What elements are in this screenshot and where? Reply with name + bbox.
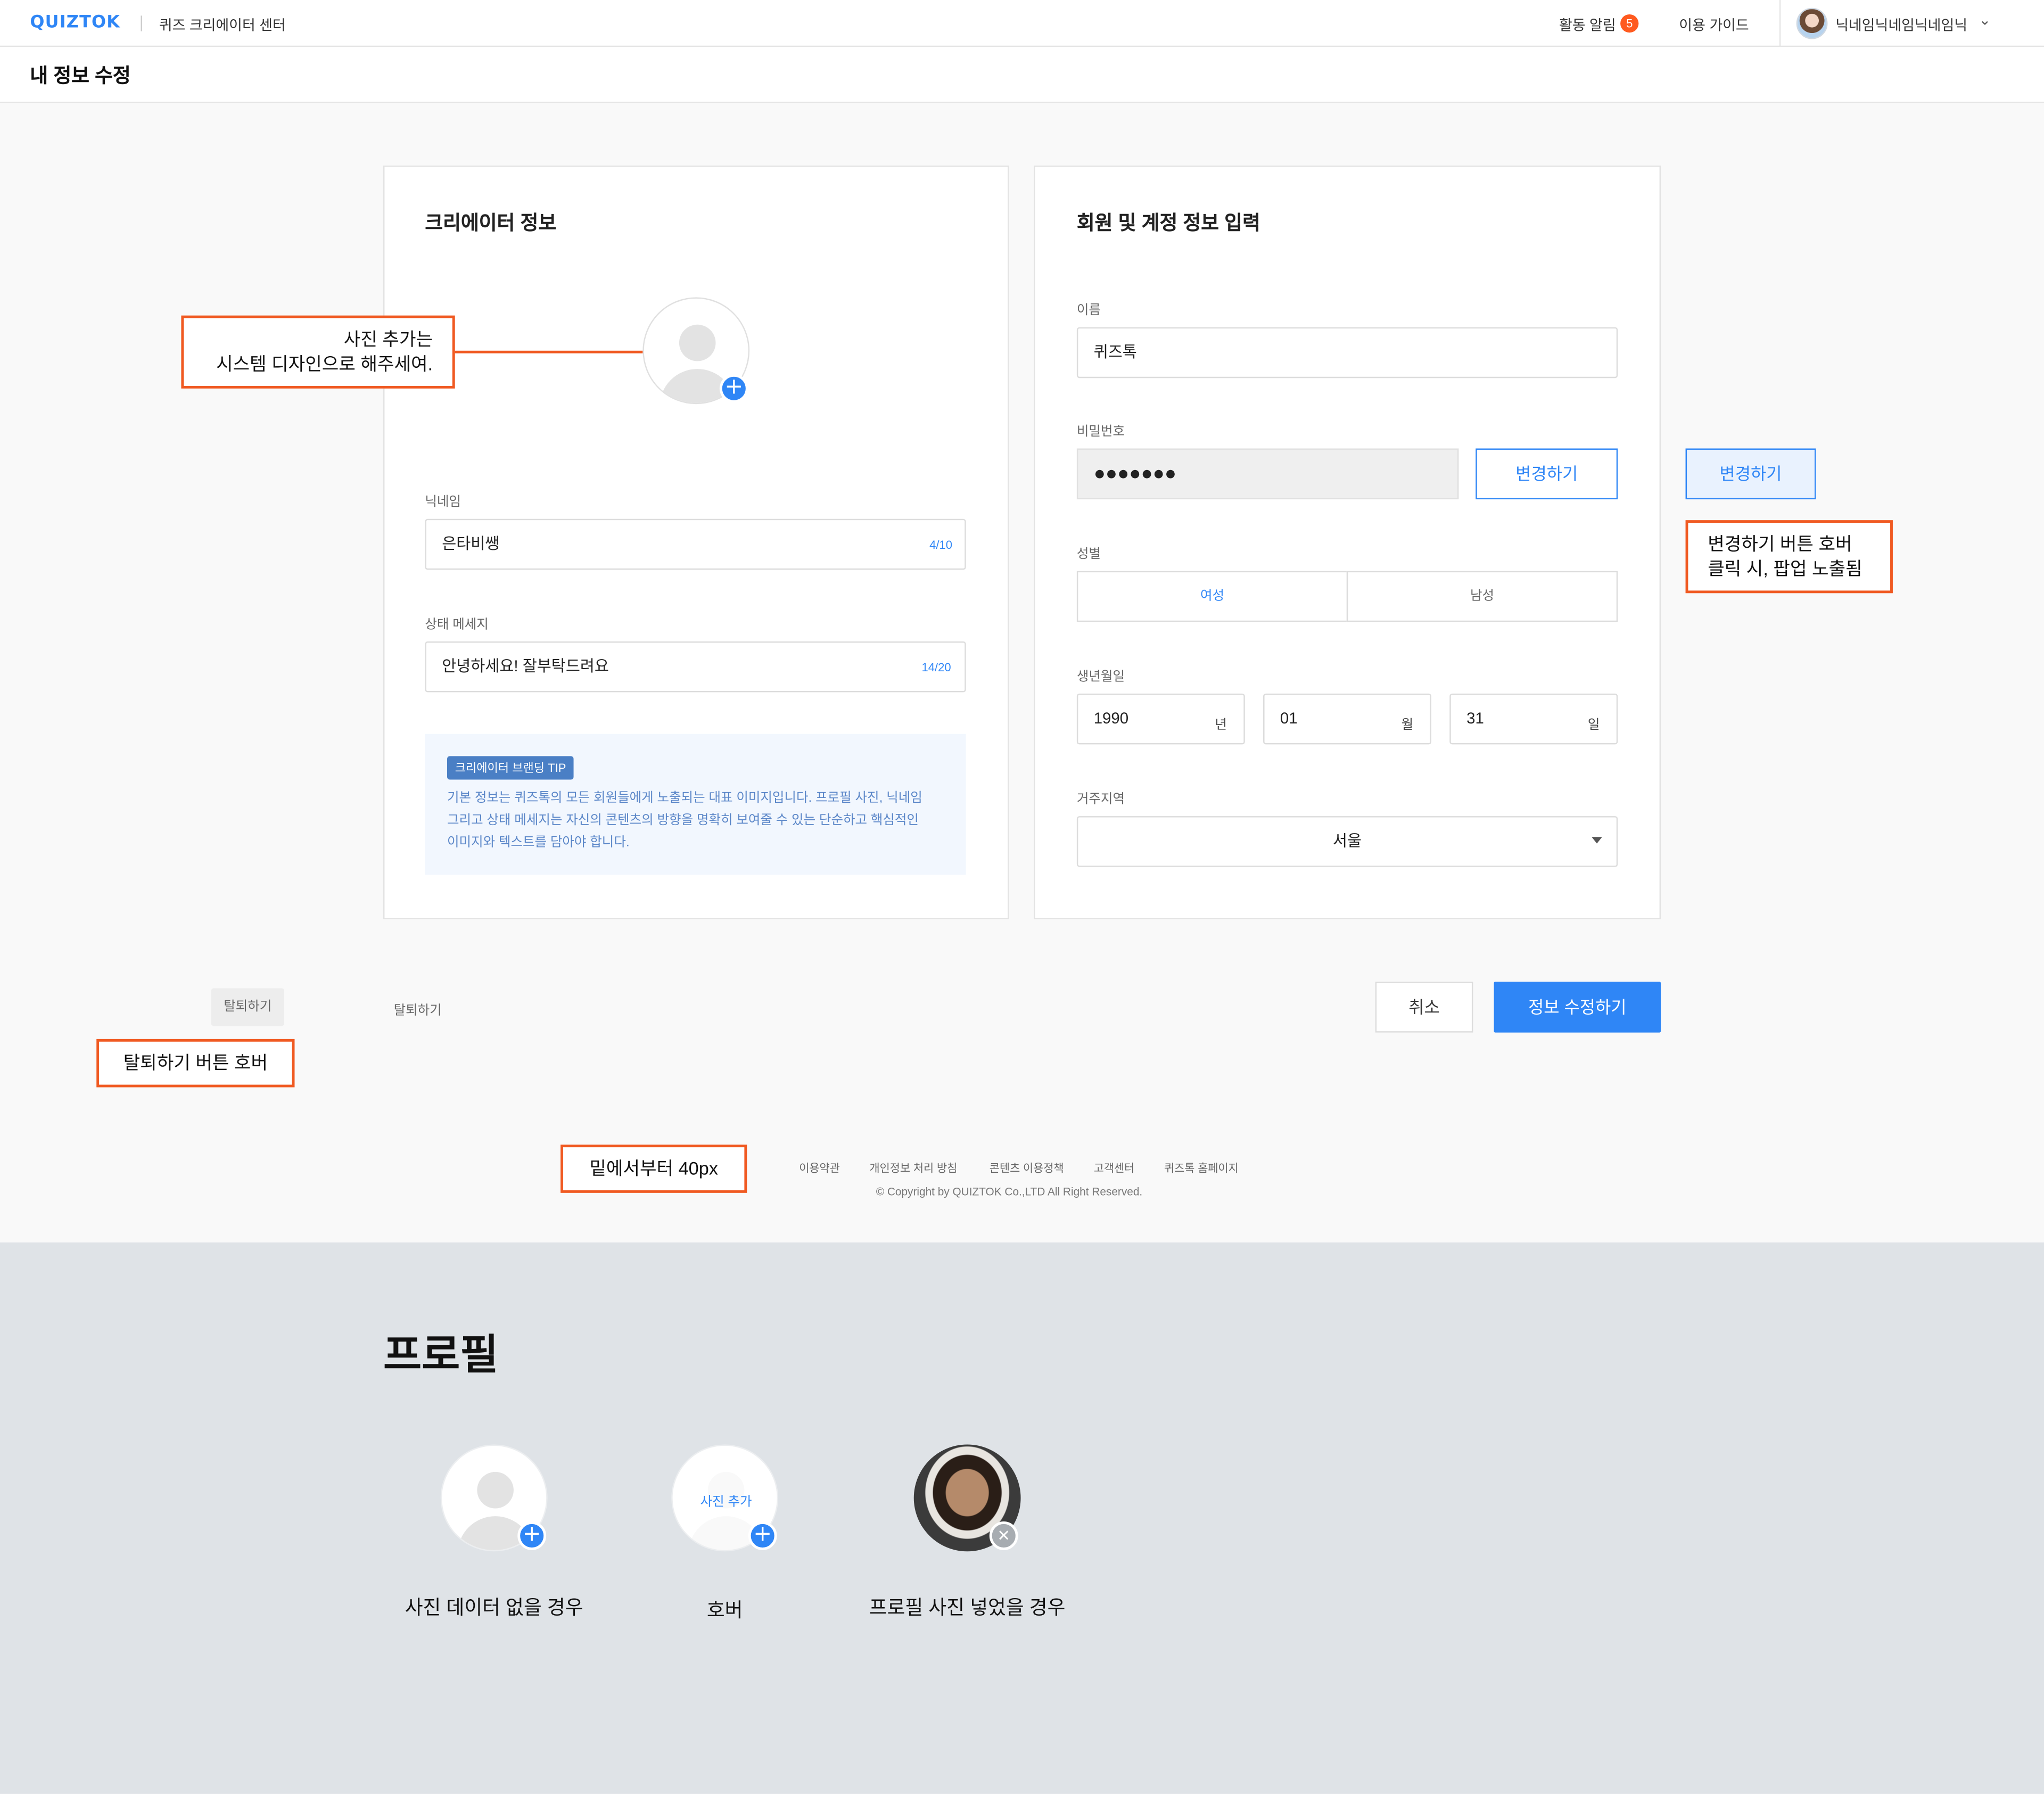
submit-button[interactable]: 정보 수정하기: [1494, 982, 1661, 1033]
footer-link-terms[interactable]: 이용약관: [799, 1161, 840, 1176]
birth-year-unit: 년: [1215, 718, 1227, 733]
chevron-down-icon[interactable]: ⌄: [1979, 12, 1991, 28]
branding-tip-text: 기본 정보는 퀴즈톡의 모든 회원들에게 노출되는 대표 이미지입니다. 프로필…: [447, 787, 949, 854]
branding-tip-badge: 크리에이터 브랜딩 TIP: [447, 756, 574, 780]
service-name: 퀴즈 크리에이터 센터: [159, 18, 286, 34]
annotation-change-line-2: 클릭 시, 팝업 노출됨: [1708, 558, 1862, 579]
account-card-title: 회원 및 계정 정보 입력: [1076, 212, 1260, 235]
remove-photo-icon[interactable]: ✕: [989, 1521, 1018, 1550]
name-input[interactable]: 퀴즈톡: [1076, 327, 1618, 378]
tip-line-3: 이미지와 텍스트를 담아야 합니다.: [447, 835, 630, 850]
page-title: 내 정보 수정: [30, 65, 131, 88]
annotation-change-line-1: 변경하기 버튼 호버: [1708, 533, 1852, 554]
alarm-count-badge: 5: [1620, 14, 1639, 33]
region-label: 거주지역: [1076, 792, 1125, 807]
gender-female-option[interactable]: 여성: [1076, 571, 1348, 622]
annotation-photo-line-2: 시스템 디자인으로 해주세여.: [216, 353, 433, 374]
annotation-photo-line-1: 사진 추가는: [343, 328, 433, 350]
footer-link-content-policy[interactable]: 콘텐츠 이용정책: [990, 1161, 1064, 1176]
state-hover-label: 호버: [706, 1599, 743, 1622]
nickname-input[interactable]: 은타비쌩: [425, 519, 966, 570]
change-button-hover-sample[interactable]: 변경하기: [1685, 448, 1816, 499]
avatar-head-shape: [679, 324, 716, 361]
annotation-connector-line: [455, 350, 643, 353]
annotation-photo-note: 사진 추가는 시스템 디자인으로 해주세여.: [181, 315, 455, 389]
status-char-counter: 14/20: [921, 661, 951, 674]
activity-alarm-link[interactable]: 활동 알림: [1559, 14, 1616, 35]
account-info-card: [1034, 166, 1661, 919]
footer-link-homepage[interactable]: 퀴즈톡 홈페이지: [1164, 1161, 1239, 1176]
avatar-head-shape: [477, 1471, 514, 1509]
birth-month-unit: 월: [1401, 718, 1414, 733]
footer-copyright: © Copyright by QUIZTOK Co.,LTD All Right…: [876, 1185, 1143, 1198]
cancel-button[interactable]: 취소: [1375, 982, 1473, 1033]
gender-label: 성별: [1076, 547, 1101, 562]
birth-day-unit: 일: [1587, 718, 1600, 733]
user-avatar[interactable]: [1796, 7, 1828, 39]
header-divider: [141, 15, 142, 31]
status-message-label: 상태 메세지: [425, 618, 489, 632]
state-empty-label: 사진 데이터 없을 경우: [405, 1597, 583, 1619]
add-photo-icon[interactable]: +: [748, 1521, 777, 1550]
usage-guide-link[interactable]: 이용 가이드: [1679, 14, 1749, 35]
footer-link-privacy[interactable]: 개인정보 처리 방침: [869, 1161, 957, 1176]
nickname-char-counter: 4/10: [929, 538, 953, 552]
page-title-bar: [0, 47, 2044, 103]
withdraw-button[interactable]: 탈퇴하기: [394, 999, 442, 1018]
add-photo-icon[interactable]: +: [719, 374, 748, 403]
nickname-label: 닉네임: [425, 495, 461, 510]
user-nickname[interactable]: 닉네임닉네임닉네임닉: [1835, 14, 1967, 35]
profile-section-title: 프로필: [383, 1331, 499, 1378]
annotation-withdraw-note: 탈퇴하기 버튼 호버: [96, 1039, 295, 1088]
footer-link-support[interactable]: 고객센터: [1094, 1161, 1135, 1176]
annotation-change-note: 변경하기 버튼 호버 클릭 시, 팝업 노출됨: [1685, 520, 1893, 594]
profile-states-section: [0, 1242, 2044, 1794]
birthdate-label: 생년월일: [1076, 670, 1125, 685]
region-select[interactable]: 서울: [1076, 816, 1618, 867]
gender-male-option[interactable]: 남성: [1346, 571, 1618, 622]
dropdown-caret-icon[interactable]: [1592, 837, 1602, 844]
status-message-input[interactable]: 안녕하세요! 잘부탁드려요: [425, 641, 966, 693]
change-password-button[interactable]: 변경하기: [1476, 448, 1618, 499]
name-label: 이름: [1076, 303, 1101, 318]
tip-line-2: 그리고 상태 메세지는 자신의 콘텐츠의 방향을 명확히 보여줄 수 있는 단순…: [447, 813, 919, 828]
add-photo-icon[interactable]: +: [517, 1521, 547, 1550]
header-vertical-divider: [1779, 0, 1781, 47]
withdraw-button-hover-sample[interactable]: 탈퇴하기: [211, 988, 284, 1026]
annotation-footer-note: 밑에서부터 40px: [561, 1145, 747, 1193]
creator-card-title: 크리에이터 정보: [425, 212, 557, 235]
tip-line-1: 기본 정보는 퀴즈톡의 모든 회원들에게 노출되는 대표 이미지입니다. 프로필…: [447, 791, 922, 806]
password-field: ●●●●●●●: [1076, 448, 1459, 499]
hover-add-photo-text: 사진 추가: [700, 1495, 752, 1510]
state-photo-label: 프로필 사진 넣었을 경우: [869, 1597, 1066, 1619]
password-label: 비밀번호: [1076, 425, 1125, 440]
quiztok-logo[interactable]: QUIZTOK: [30, 13, 120, 32]
